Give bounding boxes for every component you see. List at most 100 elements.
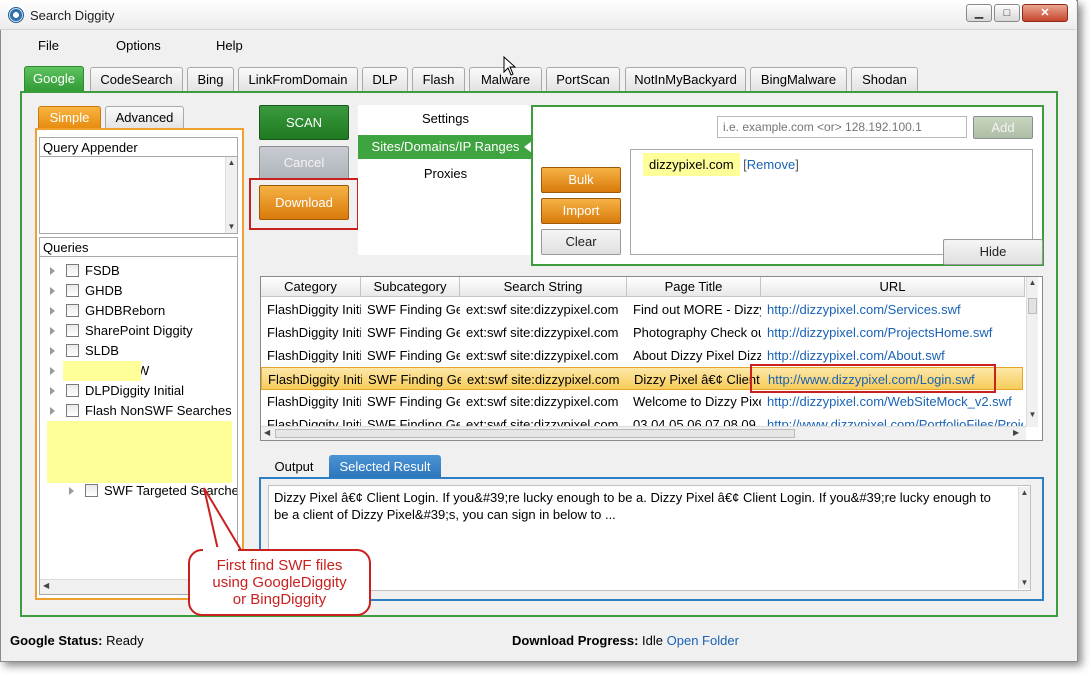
- cell-page-title: Dizzy Pixel â€¢ Client: [634, 372, 760, 387]
- output-vscrollbar[interactable]: ▲ ▼: [1018, 487, 1030, 589]
- scan-button[interactable]: SCAN: [259, 105, 349, 140]
- checkbox[interactable]: [66, 304, 79, 317]
- expand-arrow-icon[interactable]: [50, 407, 55, 415]
- tab-settings[interactable]: Settings: [358, 107, 533, 131]
- checkbox[interactable]: [66, 264, 79, 277]
- tree-item-sldb[interactable]: SLDB: [40, 341, 237, 361]
- checkbox[interactable]: [66, 324, 79, 337]
- tab-advanced[interactable]: Advanced: [105, 106, 184, 129]
- tree-item-ghdbreborn[interactable]: GHDBReborn: [40, 301, 237, 321]
- checkbox[interactable]: [66, 404, 79, 417]
- query-appender-scrollbar[interactable]: ▲ ▼: [225, 157, 237, 233]
- import-button[interactable]: Import: [541, 198, 621, 224]
- menu-options[interactable]: Options: [116, 38, 161, 53]
- query-appender-input[interactable]: [40, 157, 224, 233]
- clear-button[interactable]: Clear: [541, 229, 621, 255]
- expand-arrow-icon[interactable]: [50, 287, 55, 295]
- expand-arrow-icon[interactable]: [50, 347, 55, 355]
- table-row[interactable]: FlashDiggity Initial SWF Finding Generic e…: [261, 298, 1023, 321]
- query-appender-label: Query Appender: [43, 140, 138, 155]
- add-button[interactable]: Add: [973, 116, 1033, 139]
- tab-notinmybackyard[interactable]: NotInMyBackyard: [625, 67, 746, 91]
- tab-selected-result[interactable]: Selected Result: [329, 455, 441, 479]
- tab-sites-domains[interactable]: Sites/Domains/IP Ranges: [358, 135, 533, 159]
- menu-file[interactable]: File: [38, 38, 59, 53]
- tab-google[interactable]: Google: [24, 66, 84, 92]
- settings-tabs: Settings Sites/Domains/IP Ranges Proxies: [358, 105, 533, 255]
- expand-arrow-icon[interactable]: [50, 387, 55, 395]
- tree-item-flash-nonswf-searches[interactable]: Flash NonSWF Searches: [40, 401, 237, 421]
- results-hscrollbar[interactable]: ◀ ▶: [261, 426, 1026, 440]
- selected-result-text[interactable]: Dizzy Pixel â€¢ Client Login. If you&#39…: [268, 485, 1031, 591]
- scroll-left-icon[interactable]: ◀: [264, 428, 270, 437]
- tree-item-dlpdiggity-initial[interactable]: DLPDiggity Initial: [40, 381, 237, 401]
- column-header-subcategory[interactable]: Subcategory: [361, 277, 460, 297]
- tree-item-label: GHDB: [85, 283, 123, 298]
- maximize-button[interactable]: □: [994, 4, 1020, 22]
- checkbox[interactable]: [85, 484, 98, 497]
- site-entry: dizzypixel.com [Remove]: [643, 153, 799, 177]
- checkbox[interactable]: [66, 284, 79, 297]
- cell-page-title: 03 04 05 06 07 08 09: [633, 417, 756, 426]
- table-row[interactable]: FlashDiggity Initial SWF Finding Generic e…: [261, 390, 1023, 413]
- tab-shodan[interactable]: Shodan: [851, 67, 918, 91]
- expand-arrow-icon[interactable]: [69, 487, 74, 495]
- expand-arrow-icon[interactable]: [50, 267, 55, 275]
- download-button[interactable]: Download: [259, 185, 349, 220]
- tab-linkfromdomain[interactable]: LinkFromDomain: [238, 67, 358, 91]
- close-button[interactable]: ✕: [1022, 4, 1068, 22]
- menu-help[interactable]: Help: [216, 38, 243, 53]
- cell-url[interactable]: http://dizzypixel.com/Services.swf: [761, 298, 1023, 321]
- minimize-button[interactable]: ▁: [966, 4, 992, 22]
- cell-page-title: Welcome to Dizzy Pixel: [633, 394, 761, 409]
- tab-bing[interactable]: Bing: [187, 67, 234, 91]
- checkbox[interactable]: [66, 344, 79, 357]
- tab-bingmalware[interactable]: BingMalware: [750, 67, 847, 91]
- scroll-down-icon[interactable]: ▼: [1019, 577, 1030, 589]
- tab-codesearch[interactable]: CodeSearch: [90, 67, 183, 91]
- tab-output[interactable]: Output: [265, 455, 323, 479]
- tab-portscan[interactable]: PortScan: [546, 67, 620, 91]
- expand-arrow-icon[interactable]: [50, 367, 55, 375]
- expand-arrow-icon[interactable]: [50, 307, 55, 315]
- scroll-up-icon[interactable]: ▲: [226, 157, 237, 169]
- google-status-value: Ready: [106, 633, 144, 648]
- google-status: Google Status: Ready: [10, 633, 144, 648]
- scroll-thumb[interactable]: [1028, 298, 1037, 314]
- tab-simple[interactable]: Simple: [38, 106, 101, 129]
- cell-url[interactable]: http://dizzypixel.com/WebSiteMock_v2.swf: [761, 390, 1023, 413]
- open-folder-link[interactable]: Open Folder: [667, 633, 739, 648]
- cell-url[interactable]: http://www.dizzypixel.com/PortfolioFiles…: [761, 413, 1023, 426]
- hide-button[interactable]: Hide: [943, 239, 1043, 265]
- scroll-up-icon[interactable]: ▲: [1019, 487, 1030, 499]
- tree-item-fsdb[interactable]: FSDB: [40, 261, 237, 281]
- tab-dlp[interactable]: DLP: [362, 67, 408, 91]
- cell-category: FlashDiggity Initial: [267, 348, 361, 363]
- hscroll-thumb[interactable]: [275, 429, 795, 438]
- results-vscrollbar[interactable]: ▲ ▼: [1026, 277, 1038, 427]
- scroll-right-icon[interactable]: ▶: [1013, 428, 1019, 437]
- checkbox[interactable]: [66, 384, 79, 397]
- site-domain: dizzypixel.com: [643, 153, 740, 176]
- bulk-button[interactable]: Bulk: [541, 167, 621, 193]
- site-input[interactable]: [717, 116, 967, 138]
- scroll-up-icon[interactable]: ▲: [1027, 277, 1038, 289]
- table-row[interactable]: FlashDiggity Initial SWF Finding Generic e…: [261, 413, 1023, 426]
- scroll-left-icon[interactable]: ◀: [43, 581, 49, 590]
- column-header-url[interactable]: URL: [761, 277, 1025, 297]
- tree-item-ghdb[interactable]: GHDB: [40, 281, 237, 301]
- remove-link[interactable]: Remove: [747, 157, 795, 172]
- table-row[interactable]: FlashDiggity Initial SWF Finding Generic e…: [261, 321, 1023, 344]
- scroll-down-icon[interactable]: ▼: [1027, 409, 1038, 421]
- tab-proxies[interactable]: Proxies: [358, 162, 533, 186]
- expand-arrow-icon[interactable]: [50, 327, 55, 335]
- tab-flash[interactable]: Flash: [412, 67, 465, 91]
- column-header-page-title[interactable]: Page Title: [627, 277, 761, 297]
- cancel-button[interactable]: Cancel: [259, 146, 349, 180]
- column-header-category[interactable]: Category: [261, 277, 361, 297]
- cell-url[interactable]: http://dizzypixel.com/ProjectsHome.swf: [761, 321, 1023, 344]
- tree-item-sharepoint-diggity[interactable]: SharePoint Diggity: [40, 321, 237, 341]
- scroll-down-icon[interactable]: ▼: [226, 221, 237, 233]
- column-header-search-string[interactable]: Search String: [460, 277, 627, 297]
- title-bar[interactable]: Search Diggity ▁ □ ✕: [0, 0, 1076, 30]
